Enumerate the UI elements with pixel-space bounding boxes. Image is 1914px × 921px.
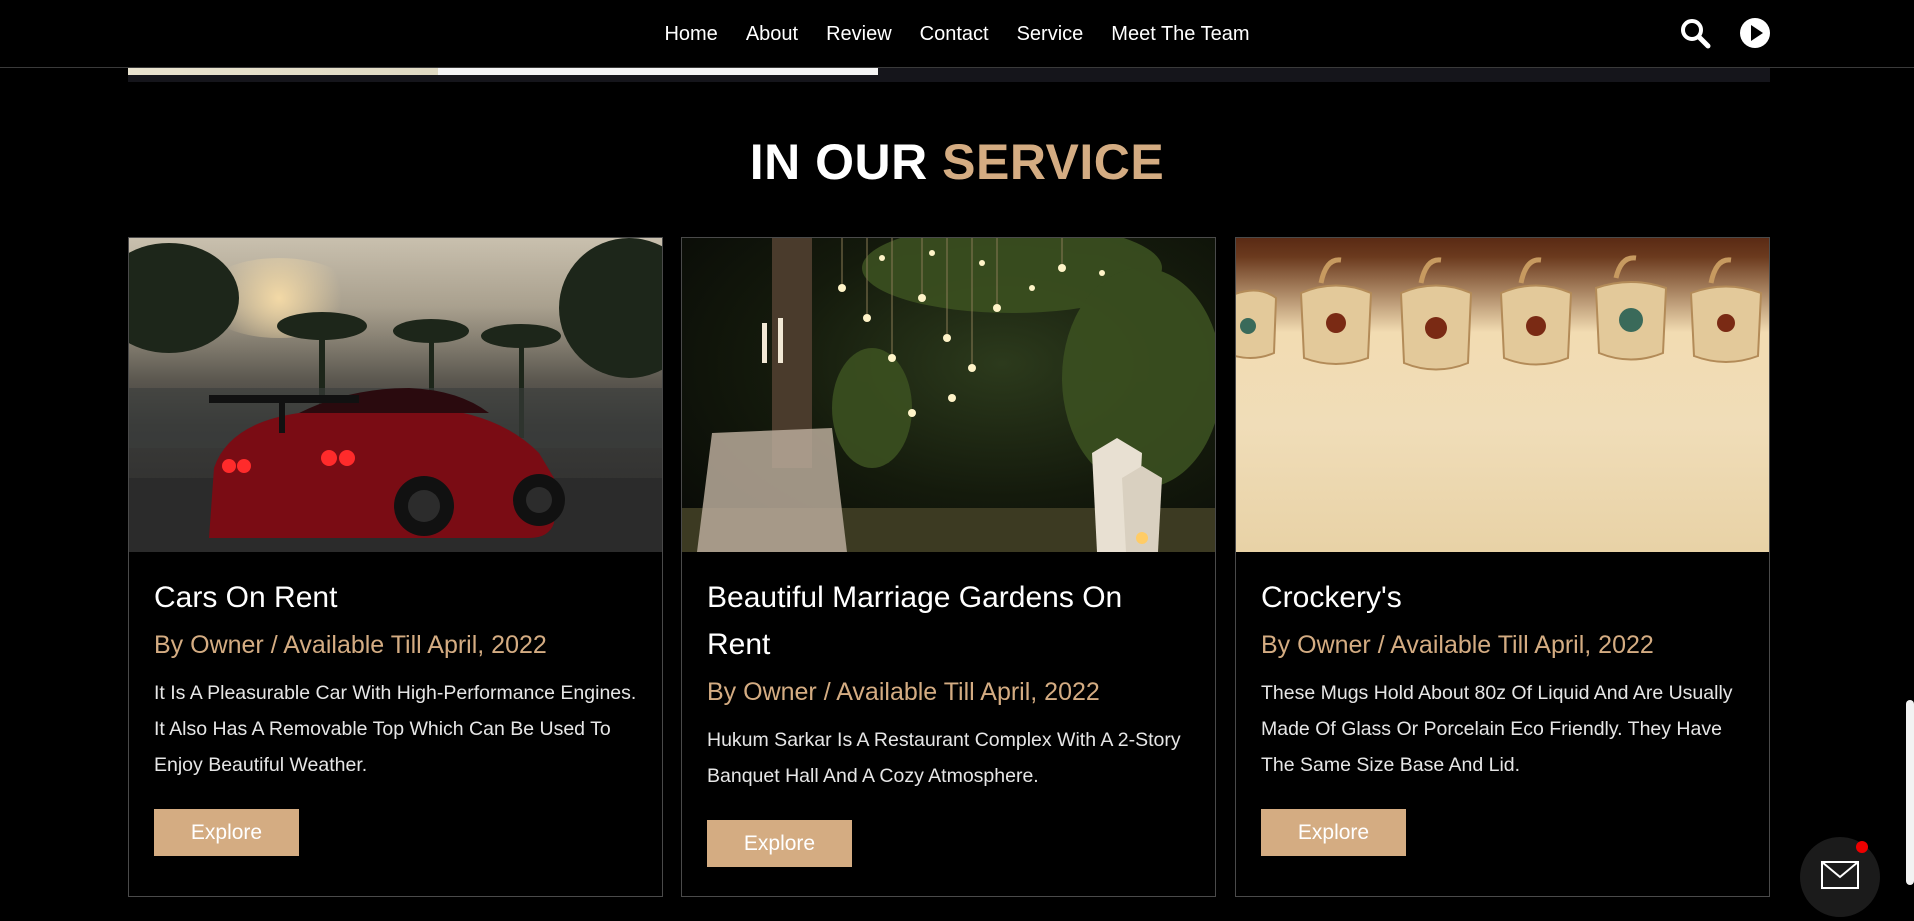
explore-button[interactable]: Explore — [1261, 809, 1406, 856]
card-title: Crockery's — [1261, 581, 1402, 614]
nav-home[interactable]: Home — [664, 23, 717, 46]
search-icon[interactable] — [1678, 16, 1712, 50]
card-description: Hukum Sarkar Is A Restaurant Complex Wit… — [707, 729, 1181, 787]
card-body: Beautiful Marriage Gardens On Rent By Ow… — [707, 574, 1192, 867]
card-title: Beautiful Marriage Gardens On Rent — [707, 581, 1123, 661]
service-card-gardens: Beautiful Marriage Gardens On Rent By Ow… — [681, 237, 1216, 897]
garden-lights-image — [682, 238, 1215, 552]
explore-button[interactable]: Explore — [154, 809, 299, 856]
nav-about[interactable]: About — [746, 23, 798, 46]
section-title-accent: SERVICE — [942, 134, 1165, 190]
nav-review[interactable]: Review — [826, 23, 892, 46]
card-meta: By Owner / Available Till April, 2022 — [154, 631, 547, 659]
hanging-mugs-image — [1236, 238, 1769, 552]
main-nav: Home About Review Contact Service Meet T… — [0, 0, 1914, 68]
red-sports-car-image — [129, 238, 662, 552]
service-card-cars: Cars On Rent By Owner / Available Till A… — [128, 237, 663, 897]
card-title: Cars On Rent — [154, 581, 338, 614]
nav-contact[interactable]: Contact — [920, 23, 989, 46]
top-navbar: Home About Review Contact Service Meet T… — [0, 0, 1914, 68]
service-card-crockery: Crockery's By Owner / Available Till Apr… — [1235, 237, 1770, 897]
card-body: Cars On Rent By Owner / Available Till A… — [154, 574, 639, 856]
page-scrollbar[interactable] — [1906, 700, 1914, 885]
mail-fab-button[interactable] — [1800, 837, 1880, 917]
explore-button[interactable]: Explore — [707, 820, 852, 867]
mail-icon — [1821, 860, 1859, 894]
nav-service[interactable]: Service — [1017, 23, 1084, 46]
map-embed — [128, 68, 1770, 82]
play-icon[interactable] — [1738, 16, 1772, 50]
card-meta: By Owner / Available Till April, 2022 — [707, 678, 1100, 706]
nav-meet-the-team[interactable]: Meet The Team — [1111, 23, 1249, 46]
card-description: It Is A Pleasurable Car With High-Perfor… — [154, 682, 637, 776]
card-description: These Mugs Hold About 80z Of Liquid And … — [1261, 682, 1733, 776]
section-title: IN OUR SERVICE — [0, 133, 1914, 191]
header-icons — [1678, 16, 1772, 50]
section-title-main: IN OUR — [749, 134, 928, 190]
card-meta: By Owner / Available Till April, 2022 — [1261, 631, 1654, 659]
notification-dot — [1856, 841, 1868, 853]
card-body: Crockery's By Owner / Available Till Apr… — [1261, 574, 1746, 856]
map-attribution-bar — [438, 68, 878, 75]
